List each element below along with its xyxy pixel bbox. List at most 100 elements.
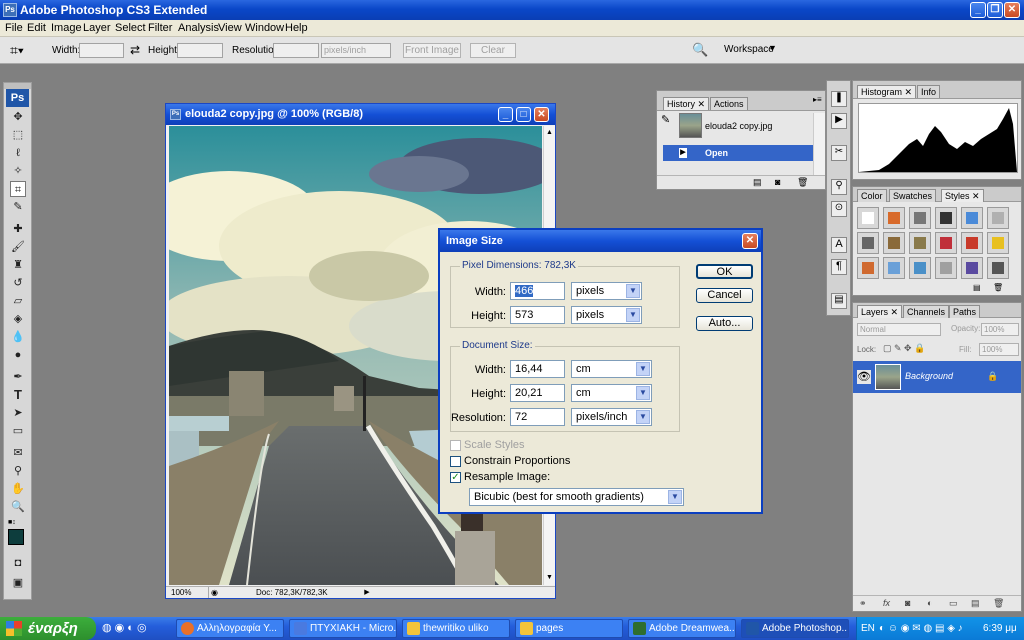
trash-icon[interactable]: 🗑 <box>797 177 808 188</box>
tab-color[interactable]: Color <box>857 189 887 202</box>
resolution-unit-select[interactable]: pixels/inch <box>321 43 391 58</box>
menu-edit[interactable]: Edit <box>27 22 46 34</box>
style-swatch[interactable] <box>961 207 983 229</box>
style-swatch[interactable] <box>883 207 905 229</box>
menu-window[interactable]: Window <box>245 22 284 34</box>
status-arrow-icon[interactable]: ▶ <box>362 587 372 598</box>
style-swatch[interactable] <box>909 257 931 279</box>
delete-layer-icon[interactable]: 🗑 <box>993 598 1004 609</box>
style-swatch[interactable] <box>935 257 957 279</box>
snapshot-camera-icon[interactable]: ◙ <box>775 177 780 187</box>
dodge-tool-icon[interactable]: ● <box>10 347 26 363</box>
menu-analysis[interactable]: Analysis <box>178 22 219 34</box>
resample-method-select[interactable]: Bicubic (best for smooth gradients) ▼ <box>469 488 684 506</box>
paint-bucket-tool-icon[interactable]: ◈ <box>10 311 26 327</box>
delete-style-icon[interactable]: 🗑 <box>993 283 1003 292</box>
style-swatch[interactable] <box>857 207 879 229</box>
style-swatch[interactable] <box>961 257 983 279</box>
doc-minimize-button[interactable]: _ <box>498 107 513 122</box>
tab-swatches[interactable]: Swatches <box>889 189 937 202</box>
crop-tool-icon[interactable]: ⌗ <box>10 181 26 197</box>
cancel-button[interactable]: Cancel <box>696 288 753 303</box>
paragraph-panel-icon[interactable]: ¶ <box>831 259 847 275</box>
file-browser-icon[interactable]: 🔍 <box>692 42 708 58</box>
actions-panel-icon[interactable]: ▶ <box>831 113 847 129</box>
doc-width-unit-select[interactable]: cm ▼ <box>571 360 652 378</box>
menu-help[interactable]: Help <box>285 22 308 34</box>
eraser-tool-icon[interactable]: ▱ <box>10 293 26 309</box>
path-selection-tool-icon[interactable]: ➤ <box>10 405 26 421</box>
type-tool-icon[interactable]: T <box>10 387 26 403</box>
pixel-width-input[interactable]: 466 <box>510 282 565 300</box>
taskbar-item-mail[interactable]: Αλληλογραφία Υ... <box>176 619 284 638</box>
doc-width-input[interactable]: 16,44 <box>510 360 565 378</box>
menu-filter[interactable]: Filter <box>148 22 172 34</box>
doc-maximize-button[interactable]: □ <box>516 107 531 122</box>
healing-brush-tool-icon[interactable]: ✚ <box>10 221 26 237</box>
layer-row-background[interactable]: 👁 Background 🔒 <box>853 361 1021 393</box>
scale-styles-checkbox[interactable] <box>450 440 461 451</box>
layer-mask-icon[interactable]: ◙ <box>905 598 910 608</box>
opacity-field[interactable]: 100% <box>981 323 1019 336</box>
shape-tool-icon[interactable]: ▭ <box>10 423 26 439</box>
style-swatch[interactable] <box>883 232 905 254</box>
blur-tool-icon[interactable]: 💧 <box>10 329 26 345</box>
resample-image-checkbox[interactable]: ✓ <box>450 472 461 483</box>
clear-button[interactable]: Clear <box>470 43 516 58</box>
link-layers-icon[interactable]: ⚭ <box>859 598 867 609</box>
adjustment-layer-icon[interactable]: ◐ <box>927 598 932 608</box>
default-colors-icon[interactable]: ■↕ <box>8 519 18 527</box>
snapshot-thumbnail[interactable] <box>679 113 702 138</box>
notes-tool-icon[interactable]: ✉ <box>10 445 26 461</box>
screen-mode-icon[interactable]: ▣ <box>10 575 26 591</box>
new-document-icon[interactable]: ▤ <box>753 177 762 188</box>
tab-paths[interactable]: Paths <box>949 305 981 318</box>
fill-field[interactable]: 100% <box>979 343 1019 356</box>
brush-tool-icon[interactable]: 🖌 <box>10 239 26 255</box>
style-swatch[interactable] <box>883 257 905 279</box>
tab-info[interactable]: Info <box>917 85 941 98</box>
crop-tool-preset-icon[interactable]: ⌗▾ <box>10 42 24 59</box>
history-scrollbar[interactable] <box>813 113 825 175</box>
minimize-button[interactable]: _ <box>970 2 986 18</box>
taskbar-item-dreamweaver[interactable]: Adobe Dreamwea... <box>628 619 736 638</box>
tray-icons[interactable]: ◐ ☺ ◉ ✉ ◍ ▤ ◈ ♪ <box>879 617 963 640</box>
front-image-button[interactable]: Front Image <box>403 43 461 58</box>
quicklaunch-icons[interactable]: ◍ ◉ ◐ ◎ <box>102 621 147 634</box>
eye-icon[interactable]: 👁 <box>857 370 871 384</box>
panel-menu-icon[interactable]: ▸≡ <box>813 95 822 104</box>
new-style-icon[interactable]: ▤ <box>973 283 981 292</box>
blend-mode-select[interactable]: Normal <box>857 323 941 336</box>
style-swatch[interactable] <box>857 232 879 254</box>
height-field[interactable] <box>177 43 223 58</box>
brushes-panel-icon[interactable]: ⚲ <box>831 179 847 195</box>
dialog-title-bar[interactable]: Image Size ✕ <box>440 230 761 252</box>
close-button[interactable]: ✕ <box>1004 2 1020 18</box>
pen-tool-icon[interactable]: ✒ <box>10 369 26 385</box>
resolution-input[interactable]: 72 <box>510 408 565 426</box>
style-swatch[interactable] <box>909 207 931 229</box>
marquee-tool-icon[interactable]: ⬚ <box>10 127 26 143</box>
clone-source-icon[interactable]: ⊙ <box>831 201 847 217</box>
tool-presets-icon[interactable]: ✂ <box>831 145 847 161</box>
menu-file[interactable]: File <box>5 22 23 34</box>
dialog-close-button[interactable]: ✕ <box>742 233 758 249</box>
navigator-panel-icon[interactable]: ❚ <box>831 91 847 107</box>
taskbar-item-word[interactable]: ΠΤΥΧΙΑΚΗ - Micro... <box>289 619 397 638</box>
constrain-proportions-checkbox[interactable] <box>450 456 461 467</box>
ps-logo[interactable]: Ps <box>6 89 29 107</box>
start-button[interactable]: έναρξη <box>0 617 96 640</box>
style-swatch[interactable] <box>987 257 1009 279</box>
ok-button[interactable]: OK <box>696 264 753 279</box>
clone-stamp-tool-icon[interactable]: ♜ <box>10 257 26 273</box>
foreground-color-swatch[interactable] <box>8 529 24 545</box>
slice-tool-icon[interactable]: ✎ <box>10 199 26 215</box>
layer-comps-icon[interactable]: ▤ <box>831 293 847 309</box>
auto-button[interactable]: Auto... <box>696 316 753 331</box>
style-swatch[interactable] <box>857 257 879 279</box>
tab-actions[interactable]: Actions <box>710 97 748 110</box>
move-tool-icon[interactable]: ✥ <box>10 109 26 125</box>
style-swatch[interactable] <box>909 232 931 254</box>
language-indicator[interactable]: EN <box>861 617 875 640</box>
status-menu-icon[interactable]: ◉ <box>208 587 220 598</box>
